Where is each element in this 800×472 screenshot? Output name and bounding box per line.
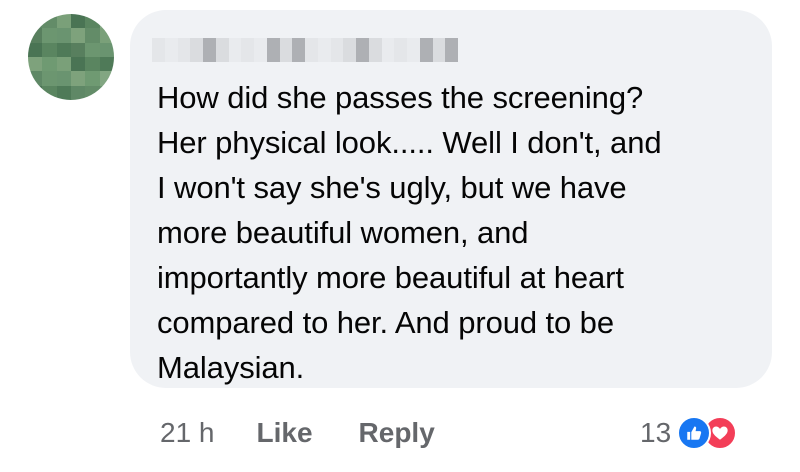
- redacted-name-block: [407, 38, 420, 62]
- redacted-name-block: [343, 38, 356, 62]
- redacted-name-block: [432, 38, 446, 62]
- redacted-name-block: [317, 38, 331, 62]
- avatar-pixel: [70, 28, 86, 43]
- avatar-pixel: [99, 28, 114, 43]
- avatar-pixel: [42, 85, 57, 100]
- avatar-pixel: [28, 71, 43, 86]
- redacted-name-block: [152, 38, 165, 62]
- avatar-pixel: [70, 14, 86, 29]
- redacted-name-block: [241, 38, 254, 62]
- redacted-name-block: [368, 38, 382, 62]
- redacted-name-block: [190, 38, 203, 62]
- avatar-pixel: [56, 56, 71, 72]
- like-button[interactable]: Like: [257, 417, 313, 449]
- avatar-pixel: [85, 28, 100, 43]
- avatar-pixel: [42, 71, 57, 86]
- comment-actions: 21 h Like Reply: [160, 415, 435, 451]
- redacted-name-block: [394, 38, 407, 62]
- redacted-name-block: [356, 38, 369, 62]
- avatar-pixel: [99, 56, 114, 72]
- avatar-pixel: [70, 85, 86, 100]
- author-name-redacted[interactable]: [152, 38, 458, 62]
- redacted-name-block: [164, 38, 178, 62]
- comment-text-line: I won't say she's ugly, but we have: [157, 170, 627, 205]
- avatar-pixel: [85, 42, 100, 57]
- redacted-name-block: [292, 38, 305, 62]
- comment-text-line: Malaysian.: [157, 350, 305, 385]
- avatar-pixel: [28, 85, 43, 100]
- redacted-name-block: [266, 38, 280, 62]
- avatar-pixel: [99, 71, 114, 86]
- avatar-pixel: [56, 85, 71, 100]
- like-icon: [677, 416, 712, 450]
- avatar-pixel: [56, 14, 71, 29]
- avatar-pixel: [99, 85, 114, 100]
- avatar-pixel: [56, 71, 71, 86]
- avatar[interactable]: [28, 14, 114, 100]
- avatar-pixel: [42, 28, 57, 43]
- reactions-summary[interactable]: 13: [640, 413, 738, 453]
- avatar-pixel: [42, 42, 57, 57]
- avatar-pixel: [28, 28, 43, 43]
- avatar-pixel: [70, 42, 86, 57]
- avatar-pixel: [70, 71, 86, 86]
- redacted-name-block: [419, 38, 433, 62]
- comment-text: How did she passes the screening? Her ph…: [157, 75, 757, 390]
- avatar-pixel: [56, 42, 71, 57]
- avatar-pixel: [99, 42, 114, 57]
- redacted-name-block: [203, 38, 216, 62]
- comment-text-line: Her physical look..... Well I don't, and: [157, 125, 662, 160]
- avatar-pixel: [85, 71, 100, 86]
- redacted-name-block: [445, 38, 458, 62]
- avatar-pixel: [85, 85, 100, 100]
- redacted-name-block: [305, 38, 318, 62]
- avatar-pixel: [42, 56, 57, 72]
- comment-text-line: How did she passes the screening?: [157, 80, 644, 115]
- avatar-pixel: [85, 56, 100, 72]
- comment-timestamp[interactable]: 21 h: [160, 417, 215, 449]
- comment-row: How did she passes the screening? Her ph…: [0, 0, 800, 472]
- redacted-name-block: [279, 38, 293, 62]
- redacted-name-block: [381, 38, 395, 62]
- redacted-name-block: [254, 38, 267, 62]
- avatar-pixel: [85, 14, 100, 29]
- avatar-pixel: [28, 56, 43, 72]
- comment-text-line: compared to her. And proud to be: [157, 305, 614, 340]
- redacted-name-block: [228, 38, 242, 62]
- redacted-name-block: [177, 38, 191, 62]
- avatar-pixel: [99, 14, 114, 29]
- redacted-name-block: [215, 38, 229, 62]
- redacted-name-block: [330, 38, 344, 62]
- avatar-pixel: [70, 56, 86, 72]
- comment-text-line: importantly more beautiful at heart: [157, 260, 624, 295]
- avatar-pixel: [28, 14, 43, 29]
- avatar-pixel: [56, 28, 71, 43]
- reaction-count: 13: [640, 417, 672, 448]
- comment-text-line: more beautiful women, and: [157, 215, 529, 250]
- avatar-pixel: [28, 42, 43, 57]
- avatar-pixel: [42, 14, 57, 29]
- reply-button[interactable]: Reply: [359, 417, 435, 449]
